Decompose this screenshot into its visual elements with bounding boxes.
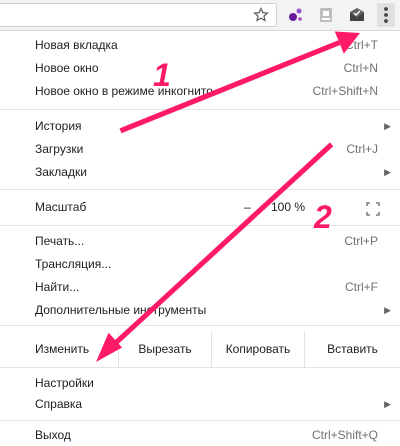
- menu-separator: [0, 189, 400, 190]
- menu-item-history[interactable]: История ▶: [0, 115, 400, 137]
- browser-toolbar: [0, 0, 400, 30]
- menu-item-shortcut: Ctrl+Shift+Q: [311, 428, 378, 442]
- menu-item-new-window[interactable]: Новое окно Ctrl+N: [0, 57, 400, 79]
- menu-item-label: Дополнительные инструменты: [35, 303, 207, 317]
- menu-item-label: Загрузки: [35, 142, 84, 156]
- menu-item-new-tab[interactable]: Новая вкладка Ctrl+T: [0, 34, 400, 56]
- menu-item-label: Изменить: [35, 342, 90, 356]
- menu-item-downloads[interactable]: Загрузки Ctrl+J: [0, 138, 400, 160]
- menu-item-label: Найти...: [35, 280, 80, 294]
- menu-item-label: Новая вкладка: [35, 38, 118, 52]
- menu-separator: [0, 325, 400, 326]
- menu-item-bookmarks[interactable]: Закладки ▶: [0, 161, 400, 183]
- submenu-arrow-icon: ▶: [384, 399, 391, 409]
- menu-item-label: Справка: [35, 397, 83, 411]
- menu-item-cast[interactable]: Трансляция...: [0, 253, 400, 275]
- zoom-in-button[interactable]: +: [322, 195, 329, 219]
- menu-separator: [0, 367, 400, 368]
- menu-item-label: Новое окно: [35, 61, 99, 75]
- submenu-arrow-icon: ▶: [384, 121, 391, 131]
- menu-item-settings[interactable]: Настройки: [0, 372, 400, 394]
- extension-icon[interactable]: [316, 5, 336, 25]
- zoom-value: 100 %: [271, 200, 306, 214]
- menu-item-shortcut: Ctrl+P: [344, 234, 378, 248]
- menu-item-label: Настройки: [35, 376, 94, 390]
- menu-item-label: Трансляция...: [35, 257, 112, 271]
- menu-item-label: Новое окно в режиме инкогнито: [35, 84, 213, 98]
- address-bar[interactable]: [0, 3, 277, 27]
- zoom-out-button[interactable]: –: [244, 195, 251, 219]
- menu-separator: [0, 225, 400, 226]
- menu-separator: [0, 109, 400, 110]
- menu-item-zoom: Масштаб – 100 % +: [0, 195, 400, 219]
- menu-item-shortcut: Ctrl+N: [343, 61, 378, 75]
- mail-icon[interactable]: [347, 5, 367, 25]
- menu-item-shortcut: Ctrl+J: [346, 142, 378, 156]
- menu-item-shortcut: Ctrl+T: [345, 38, 378, 52]
- cut-button[interactable]: Вырезать: [118, 331, 211, 367]
- menu-item-label: Печать...: [35, 234, 85, 248]
- paste-button[interactable]: Вставить: [304, 331, 400, 367]
- menu-item-label: Закладки: [35, 165, 87, 179]
- copy-button[interactable]: Копировать: [211, 331, 304, 367]
- menu-item-more-tools[interactable]: Дополнительные инструменты ▶: [0, 299, 400, 321]
- menu-item-label: Масштаб: [35, 200, 87, 214]
- star-icon[interactable]: [251, 5, 271, 25]
- menu-separator: [0, 420, 400, 421]
- menu-item-print[interactable]: Печать... Ctrl+P: [0, 230, 400, 252]
- more-vert-icon[interactable]: [377, 3, 395, 27]
- menu-item-shortcut: Ctrl+Shift+N: [312, 84, 378, 98]
- menu-item-label: Выход: [35, 428, 71, 442]
- extension-dots-icon[interactable]: [285, 5, 305, 25]
- menu-item-shortcut: Ctrl+F: [345, 280, 378, 294]
- menu-item-help[interactable]: Справка ▶: [0, 393, 400, 415]
- submenu-arrow-icon: ▶: [384, 305, 391, 315]
- menu-item-label: История: [35, 119, 82, 133]
- fullscreen-icon[interactable]: [366, 200, 380, 216]
- chrome-main-menu: Новая вкладка Ctrl+T Новое окно Ctrl+N Н…: [0, 30, 400, 446]
- menu-item-incognito[interactable]: Новое окно в режиме инкогнито Ctrl+Shift…: [0, 80, 400, 102]
- menu-item-exit[interactable]: Выход Ctrl+Shift+Q: [0, 424, 400, 446]
- menu-item-find[interactable]: Найти... Ctrl+F: [0, 276, 400, 298]
- submenu-arrow-icon: ▶: [384, 167, 391, 177]
